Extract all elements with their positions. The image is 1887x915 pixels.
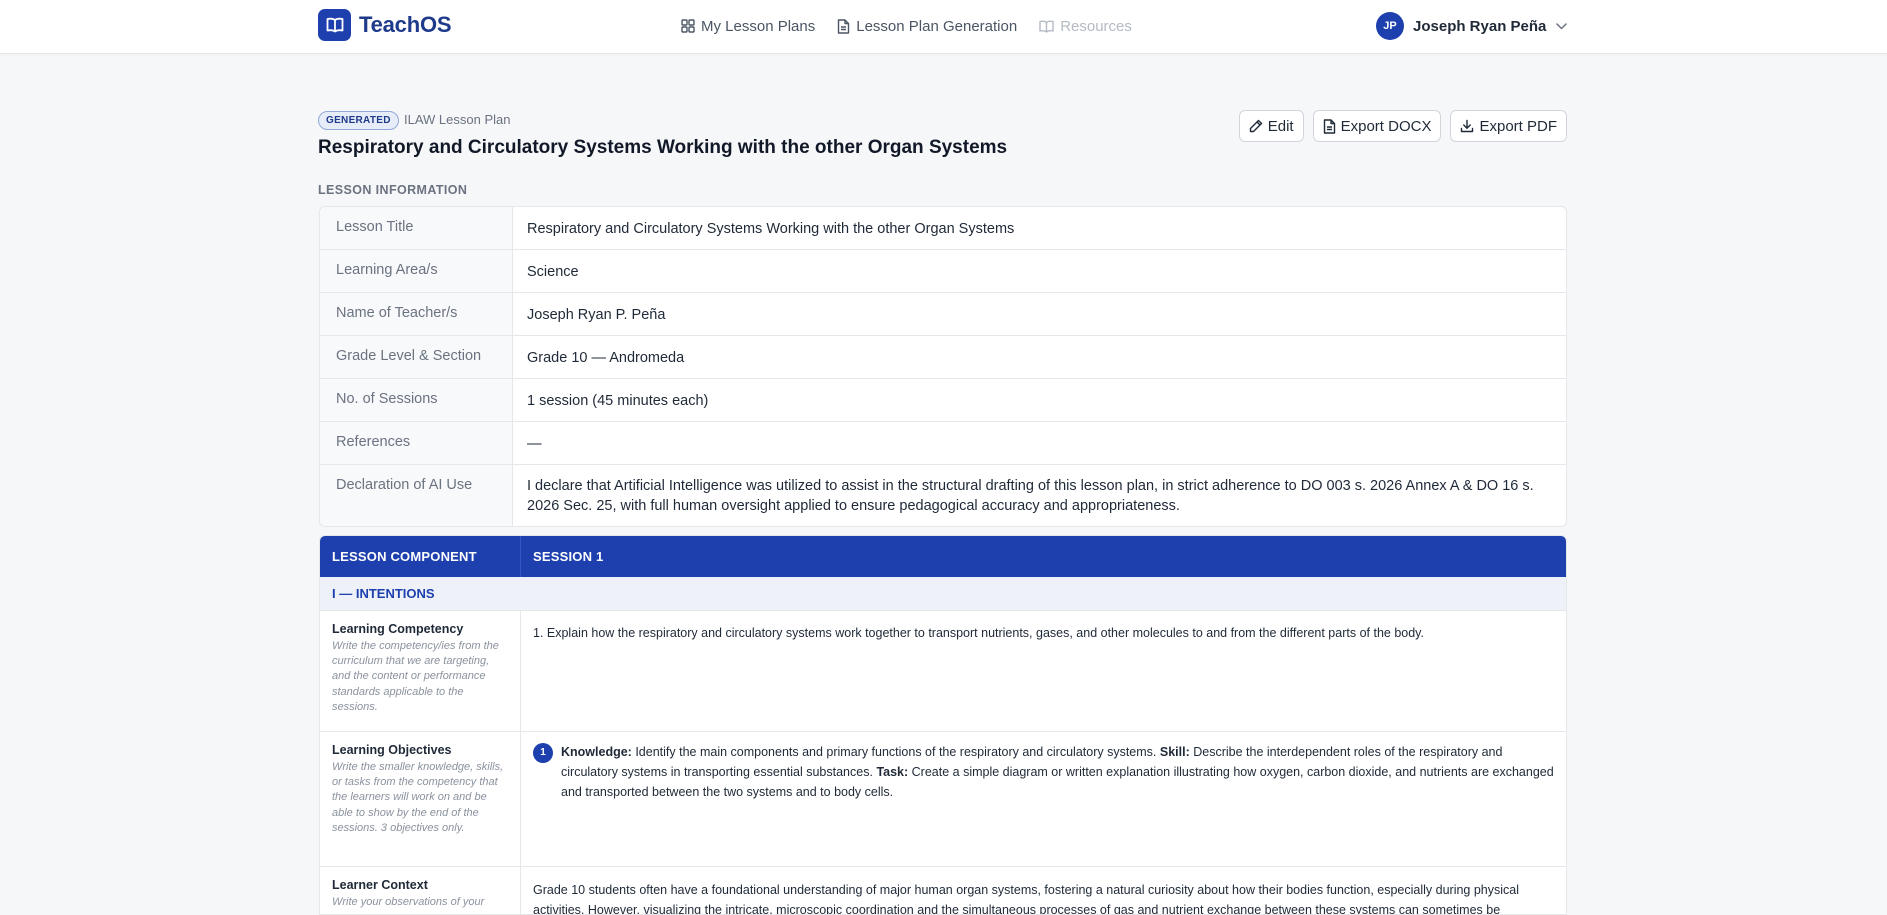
lesson-information-table: Lesson Title Respiratory and Circulatory… <box>319 206 1567 527</box>
nav-label: Resources <box>1060 17 1132 35</box>
edit-button[interactable]: Edit <box>1238 110 1304 142</box>
column-header-component: LESSON COMPONENT <box>320 536 521 577</box>
top-navbar: TeachOS My Lesson Plans Lesson Plan Gene… <box>0 0 1887 54</box>
book-icon <box>1039 20 1054 33</box>
objective-item: 1 Knowledge: Identify the main component… <box>533 742 1554 802</box>
info-key: Declaration of AI Use <box>320 465 513 526</box>
column-header-session: SESSION 1 <box>533 549 604 564</box>
component-title: Learning Objectives <box>332 743 452 757</box>
info-key: Learning Area/s <box>320 250 513 292</box>
component-cell: Learning Objectives Write the smaller kn… <box>320 732 521 866</box>
document-icon <box>1323 118 1335 134</box>
nav-lesson-plan-generation[interactable]: Lesson Plan Generation <box>837 18 1017 35</box>
info-value: Respiratory and Circulatory Systems Work… <box>527 221 1015 237</box>
info-value: Joseph Ryan P. Peña <box>527 307 666 323</box>
avatar: JP <box>1376 12 1404 40</box>
plan-type-label: ILAW Lesson Plan <box>404 112 511 127</box>
main-nav: My Lesson Plans Lesson Plan Generation R… <box>681 16 1154 36</box>
table-row: Learning Objectives Write the smaller kn… <box>320 732 1566 867</box>
info-value: Science <box>527 264 579 280</box>
nav-label: My Lesson Plans <box>701 17 816 35</box>
info-row: References — <box>320 421 1566 464</box>
export-docx-button[interactable]: Export DOCX <box>1312 110 1442 142</box>
book-icon <box>318 9 351 41</box>
info-key: Grade Level & Section <box>320 336 513 378</box>
component-hint: Write your observations of your <box>332 896 485 908</box>
knowledge-label: Knowledge: <box>561 745 632 759</box>
info-value: 1 session (45 minutes each) <box>527 393 709 409</box>
learner-context-text: Grade 10 students often have a foundatio… <box>533 883 1520 915</box>
info-row: Name of Teacher/s Joseph Ryan P. Peña <box>320 292 1566 335</box>
session-cell: Grade 10 students often have a foundatio… <box>521 867 1566 915</box>
user-menu[interactable]: JP Joseph Ryan Peña <box>1376 11 1568 41</box>
skill-label: Skill: <box>1159 745 1190 759</box>
page-title: Respiratory and Circulatory Systems Work… <box>318 137 1008 158</box>
table-row: Learning Competency Write the competency… <box>320 611 1566 732</box>
info-row: Lesson Title Respiratory and Circulatory… <box>320 207 1566 249</box>
info-row: No. of Sessions 1 session (45 minutes ea… <box>320 378 1566 421</box>
component-title: Learning Competency <box>332 622 464 636</box>
document-icon <box>838 18 850 34</box>
competency-text: 1. Explain how the respiratory and circu… <box>533 626 1424 640</box>
lesson-components-table: LESSON COMPONENT SESSION 1 I — INTENTION… <box>319 535 1567 915</box>
table-header: LESSON COMPONENT SESSION 1 <box>320 536 1566 577</box>
brand-name: TeachOS <box>359 12 452 37</box>
task-label: Task: <box>876 765 909 779</box>
info-row: Declaration of AI Use I declare that Art… <box>320 464 1566 526</box>
component-title: Learner Context <box>332 878 428 892</box>
session-cell: 1. Explain how the respiratory and circu… <box>521 611 1566 731</box>
grid-icon <box>681 19 695 33</box>
action-toolbar: Edit Export DOCX Export PDF <box>1230 110 1567 142</box>
user-name: Joseph Ryan Peña <box>1413 17 1547 35</box>
lesson-information-heading: LESSON INFORMATION <box>318 183 468 197</box>
pencil-icon <box>1249 119 1262 133</box>
section-intentions: I — INTENTIONS <box>320 577 1566 611</box>
component-hint: Write the competency/ies from the curric… <box>332 640 499 713</box>
brand[interactable]: TeachOS <box>318 9 452 41</box>
info-value: I declare that Artificial Intelligence w… <box>527 478 1534 514</box>
export-docx-label: Export DOCX <box>1340 117 1432 135</box>
nav-my-lesson-plans[interactable]: My Lesson Plans <box>681 18 815 35</box>
info-key: Lesson Title <box>320 207 513 249</box>
export-pdf-label: Export PDF <box>1479 117 1557 135</box>
component-cell: Learning Competency Write the competency… <box>320 611 521 731</box>
info-key: Name of Teacher/s <box>320 293 513 335</box>
info-value: Grade 10 — Andromeda <box>527 350 685 366</box>
chevron-down-icon <box>1556 22 1568 29</box>
nav-label: Lesson Plan Generation <box>856 17 1018 35</box>
table-row: Learner Context Write your observations … <box>320 867 1566 915</box>
objective-text: Knowledge: Identify the main components … <box>561 742 1554 802</box>
status-badge: GENERATED <box>318 111 399 130</box>
info-row: Learning Area/s Science <box>320 249 1566 292</box>
info-value: — <box>527 436 542 452</box>
info-row: Grade Level & Section Grade 10 — Androme… <box>320 335 1566 378</box>
info-key: References <box>320 422 513 464</box>
download-icon <box>1461 119 1474 133</box>
component-hint: Write the smaller knowledge, skills, or … <box>332 761 504 834</box>
knowledge-text: Identify the main components and primary… <box>635 745 1157 759</box>
nav-resources[interactable]: Resources <box>1039 18 1132 35</box>
info-key: No. of Sessions <box>320 379 513 421</box>
objective-number: 1 <box>533 743 553 763</box>
component-cell: Learner Context Write your observations … <box>320 867 521 914</box>
session-cell: 1 Knowledge: Identify the main component… <box>521 732 1566 866</box>
edit-label: Edit <box>1267 117 1294 135</box>
export-pdf-button[interactable]: Export PDF <box>1450 110 1567 142</box>
